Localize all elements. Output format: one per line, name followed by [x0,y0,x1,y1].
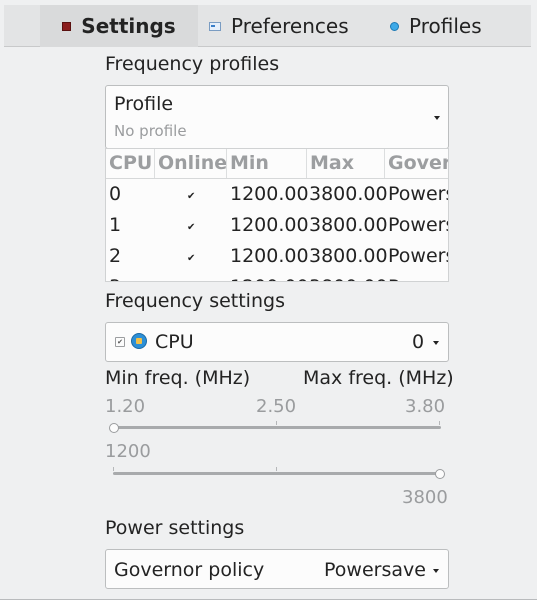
tab-profiles-label: Profiles [409,14,482,38]
governor-policy-label: Governor policy [114,559,265,581]
tab-settings-label: Settings [81,14,176,38]
cell-governor: Powers [388,183,448,205]
online-check-icon[interactable]: ✔ [187,254,195,264]
frequency-settings-heading: Frequency settings [105,290,285,312]
cell-min: 1200.00 [230,245,309,267]
max-slider-tick [276,467,277,471]
scale-min-label: 1.20 [105,396,146,417]
frequency-profiles-heading: Frequency profiles [105,53,280,75]
settings-icon [62,21,72,31]
cpu-combobox[interactable]: ✔ CPU 0 [105,322,449,362]
table-header: CPU Online Min Max Gover [106,149,448,179]
governor-policy-value: Powersave [324,559,426,581]
power-settings-heading: Power settings [105,517,245,539]
cell-governor: Powers [388,272,448,281]
scale-max-label: 3.80 [405,396,446,417]
scale-mid-label: 2.50 [256,396,297,417]
online-check-icon[interactable]: ✔ [187,192,195,202]
cpu-combo-value: 0 [412,331,425,353]
tab-profiles[interactable]: Profiles [390,5,482,47]
cell-min: 1200.00 [230,214,309,236]
min-slider-tick [439,421,440,425]
table-row[interactable]: 3 ✔ 1200.00 3800.00 Powers [106,272,448,281]
cell-governor: Powers [388,245,448,267]
table-row[interactable]: 2 ✔ 1200.00 3800.00 Powers [106,241,448,272]
cell-max: 3800.00 [309,214,388,236]
column-header-max[interactable]: Max [307,149,385,178]
max-slider-track[interactable] [113,472,441,475]
max-slider-tick [113,467,114,471]
cell-cpu: 0 [109,183,122,205]
cell-cpu: 2 [109,245,122,267]
column-header-online[interactable]: Online [155,149,227,178]
min-slider-tick [276,421,277,425]
max-freq-label: Max freq. (MHz) [303,367,454,389]
chevron-down-icon [434,116,440,120]
cell-max: 3800.00 [309,183,388,205]
min-freq-value: 1200 [105,441,151,462]
profiles-icon [390,21,399,31]
column-header-cpu[interactable]: CPU [106,149,155,178]
profile-combobox[interactable]: Profile No profile [105,85,449,149]
cell-max: 3800.00 [309,272,388,281]
column-header-min[interactable]: Min [227,149,307,178]
cpu-icon [131,333,147,349]
max-slider-handle[interactable] [435,469,445,479]
cell-governor: Powers [388,214,448,236]
min-slider-track[interactable] [113,426,441,429]
cell-max: 3800.00 [309,245,388,267]
min-slider-handle[interactable] [109,423,119,433]
table-row[interactable]: 1 ✔ 1200.00 3800.00 Powers [106,210,448,241]
min-freq-label: Min freq. (MHz) [105,367,251,389]
tab-preferences[interactable]: Preferences [209,5,349,47]
tab-preferences-label: Preferences [231,14,349,38]
cpu-checkbox[interactable]: ✔ [115,337,125,347]
profile-combo-title: Profile [114,93,174,115]
cell-cpu: 3 [109,272,121,281]
cell-cpu: 1 [109,214,122,236]
max-freq-value: 3800 [402,487,448,508]
cell-min: 1200.00 [230,272,309,281]
column-header-governor[interactable]: Gover [385,149,448,178]
chevron-down-icon [433,341,439,345]
cpu-combo-label: CPU [155,331,194,353]
chevron-down-icon [433,569,439,573]
table-row[interactable]: 0 ✔ 1200.00 3800.00 Powers [106,179,448,210]
tab-settings[interactable]: Settings [40,5,198,47]
preferences-icon [209,21,221,31]
app-window: Settings Preferences Profiles Frequency … [0,0,537,600]
tab-bar: Settings Preferences Profiles [4,5,531,47]
governor-policy-combobox[interactable]: Governor policy Powersave [105,549,449,589]
cell-min: 1200.00 [230,183,309,205]
profile-combo-value: No profile [114,122,187,140]
online-check-icon[interactable]: ✔ [187,223,195,233]
cpu-frequency-table[interactable]: CPU Online Min Max Gover 0 ✔ 1200.00 380… [105,148,449,282]
